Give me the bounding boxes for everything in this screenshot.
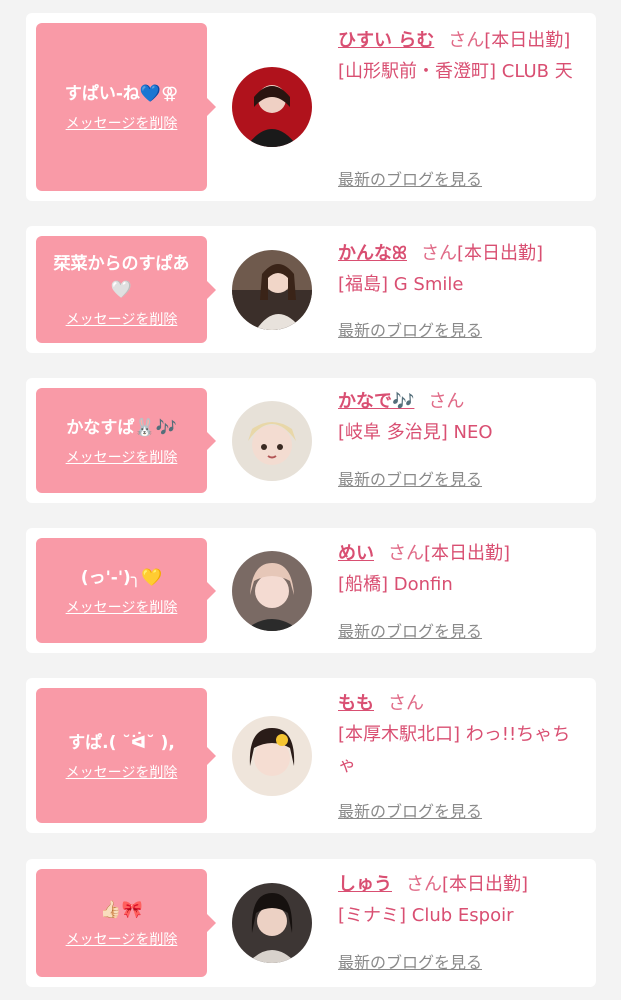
cast-info: しゅう さん[本日出勤] [ミナミ] Club Espoir [338, 869, 588, 931]
message-text: 栞菜からのすぱあ🤍 [53, 253, 190, 300]
cast-name[interactable]: めい [338, 543, 374, 564]
message-text: すぱい-ね💙⚢ [64, 84, 179, 104]
cast-name[interactable]: しゅう [338, 874, 392, 895]
message-bubble: かなすぱ🐰🎶 メッセージを削除 [36, 388, 216, 493]
message-card: 栞菜からのすぱあ🤍 メッセージを削除 かんなꕤ さん[本日出勤] [福島] G S… [26, 226, 596, 353]
cast-info: めい さん[本日出勤] [船橋] Donfin [338, 538, 588, 600]
message-card: すぱい-ね💙⚢ メッセージを削除 ひすい らむ さん[本日出勤] [山形駅前・香澄… [26, 13, 596, 201]
message-bubble: 👍🏻🎀 メッセージを削除 [36, 869, 216, 977]
latest-blog-link[interactable]: 最新のブログを見る [338, 466, 482, 490]
avatar[interactable] [232, 716, 312, 796]
message-bubble: すぱ.( ˘ᐛ˘ ), メッセージを削除 [36, 688, 216, 823]
cast-info: かんなꕤ さん[本日出勤] [福島] G Smile [338, 238, 588, 300]
latest-blog-link[interactable]: 最新のブログを見る [338, 317, 482, 341]
message-bubble: (っ'-')╮💛 メッセージを削除 [36, 538, 216, 643]
message-bubble: すぱい-ね💙⚢ メッセージを削除 [36, 23, 216, 191]
message-card: すぱ.( ˘ᐛ˘ ), メッセージを削除 もも さん [本厚木駅北口] わっ!!ち… [26, 678, 596, 833]
delete-message-link[interactable]: メッセージを削除 [66, 762, 178, 782]
cast-info: ひすい らむ さん[本日出勤] [山形駅前・香澄町] CLUB 天 [338, 25, 588, 87]
shop-name: [山形駅前・香澄町] CLUB 天 [338, 61, 573, 82]
message-text: かなすぱ🐰🎶 [66, 417, 177, 438]
honorific: さん [448, 30, 485, 51]
latest-blog-link[interactable]: 最新のブログを見る [338, 166, 482, 190]
message-text: 👍🏻🎀 [100, 900, 143, 920]
honorific: さん [388, 543, 424, 564]
shop-name: [ミナミ] Club Espoir [338, 905, 514, 926]
avatar[interactable] [232, 250, 312, 330]
shop-name: [岐阜 多治見] NEO [338, 422, 493, 443]
honorific: さん [420, 243, 457, 264]
delete-message-link[interactable]: メッセージを削除 [66, 447, 178, 467]
message-text: すぱ.( ˘ᐛ˘ ), [68, 732, 175, 753]
shop-name: [福島] G Smile [338, 274, 464, 295]
latest-blog-link[interactable]: 最新のブログを見る [338, 798, 482, 822]
cast-info: もも さん [本厚木駅北口] わっ!!ちゃちゃ [338, 688, 588, 781]
avatar[interactable] [232, 551, 312, 631]
delete-message-link[interactable]: メッセージを削除 [66, 929, 178, 949]
honorific: さん [406, 874, 442, 895]
delete-message-link[interactable]: メッセージを削除 [66, 597, 178, 617]
latest-blog-link[interactable]: 最新のブログを見る [338, 949, 482, 973]
message-card: かなすぱ🐰🎶 メッセージを削除 かなで🎶 さん [岐阜 多治見] NEO 最新のブ… [26, 378, 596, 503]
message-card: (っ'-')╮💛 メッセージを削除 めい さん[本日出勤] [船橋] Donfin… [26, 528, 596, 653]
avatar[interactable] [232, 67, 312, 147]
cast-info: かなで🎶 さん [岐阜 多治見] NEO [338, 386, 588, 448]
cast-name[interactable]: かんなꕤ [338, 243, 407, 264]
delete-message-link[interactable]: メッセージを削除 [66, 309, 178, 329]
honorific: さん [428, 391, 465, 412]
shop-name: [本厚木駅北口] わっ!!ちゃちゃ [338, 724, 571, 776]
delete-message-link[interactable]: メッセージを削除 [66, 113, 178, 133]
avatar[interactable] [232, 401, 312, 481]
cast-name[interactable]: ひすい らむ [338, 30, 434, 51]
message-bubble: 栞菜からのすぱあ🤍 メッセージを削除 [36, 236, 216, 343]
cast-name[interactable]: もも [338, 693, 374, 714]
shop-name: [船橋] Donfin [338, 574, 453, 595]
cast-name[interactable]: かなで🎶 [338, 391, 414, 412]
work-status: [本日出勤] [484, 30, 571, 51]
work-status: [本日出勤] [456, 243, 544, 264]
avatar[interactable] [232, 883, 312, 963]
work-status: [本日出勤] [424, 543, 511, 564]
honorific: さん [388, 693, 424, 714]
message-text: (っ'-')╮💛 [80, 567, 163, 588]
message-card: 👍🏻🎀 メッセージを削除 しゅう さん[本日出勤] [ミナミ] Club Espo… [26, 859, 596, 987]
latest-blog-link[interactable]: 最新のブログを見る [338, 618, 482, 642]
work-status: [本日出勤] [442, 874, 529, 895]
